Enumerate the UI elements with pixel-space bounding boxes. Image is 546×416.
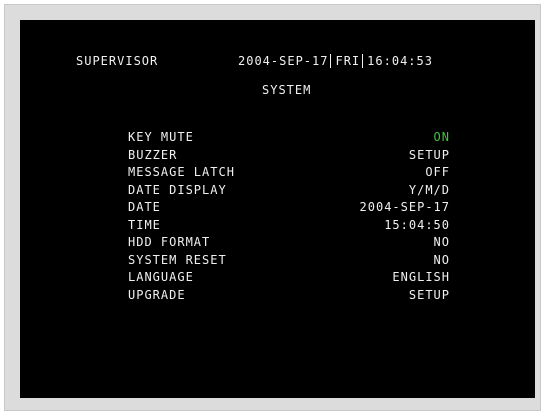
header-time: 16:04:53: [367, 54, 433, 68]
header-date: 2004-SEP-17: [238, 54, 329, 68]
menu-item-label: DATE: [128, 200, 161, 214]
menu-item-buzzer[interactable]: BUZZER SETUP: [128, 147, 450, 165]
menu-item-value[interactable]: Y/M/D: [409, 182, 450, 200]
menu-item-hdd-format[interactable]: HDD FORMAT NO: [128, 234, 450, 252]
menu-item-label: DATE DISPLAY: [128, 182, 227, 197]
menu-item-label: KEY MUTE: [128, 130, 194, 144]
menu-item-label: UPGRADE: [128, 287, 186, 302]
menu-item-label: TIME: [128, 217, 161, 232]
menu-item-label: BUZZER: [128, 147, 178, 162]
menu-item-label: SYSTEM RESET: [128, 252, 227, 267]
menu-item-value[interactable]: 15:04:50: [384, 217, 450, 235]
header-weekday: FRI: [335, 54, 361, 68]
separator-bar: [330, 54, 332, 68]
menu-item-upgrade[interactable]: UPGRADE SETUP: [128, 287, 450, 305]
menu-item-message-latch[interactable]: MESSAGE LATCH OFF: [128, 164, 450, 182]
menu-item-date[interactable]: DATE 2004-SEP-17: [128, 199, 450, 217]
menu-item-label: MESSAGE LATCH: [128, 165, 235, 179]
menu-title: SYSTEM: [262, 83, 312, 97]
menu-item-value[interactable]: OFF: [425, 164, 450, 182]
user-label: SUPERVISOR: [76, 54, 159, 68]
menu-item-value[interactable]: ON: [434, 129, 450, 147]
menu-item-system-reset[interactable]: SYSTEM RESET NO: [128, 252, 450, 270]
menu-item-value[interactable]: SETUP: [409, 287, 450, 305]
datetime-display: 2004-SEP-17 FRI 16:04:53: [238, 54, 433, 68]
separator-bar: [362, 54, 364, 68]
menu-item-label: HDD FORMAT: [128, 235, 211, 249]
menu-item-value[interactable]: NO: [434, 234, 450, 252]
osd-screen: SUPERVISOR 2004-SEP-17 FRI 16:04:53 SYSTEM…: [20, 20, 535, 398]
menu-item-date-display[interactable]: DATE DISPLAY Y/M/D: [128, 182, 450, 200]
menu-item-label: LANGUAGE: [128, 270, 194, 284]
menu-item-value[interactable]: ENGLISH: [392, 269, 450, 287]
menu-item-time[interactable]: TIME 15:04:50: [128, 217, 450, 235]
menu-item-value[interactable]: NO: [434, 252, 450, 270]
menu-item-value[interactable]: 2004-SEP-17: [360, 199, 450, 217]
menu-item-value[interactable]: SETUP: [409, 147, 450, 165]
menu-item-key-mute[interactable]: KEY MUTE ON: [128, 129, 450, 147]
system-menu: KEY MUTE ON BUZZER SETUP MESSAGE LATCH O…: [128, 129, 450, 304]
menu-item-language[interactable]: LANGUAGE ENGLISH: [128, 269, 450, 287]
monitor-frame: SUPERVISOR 2004-SEP-17 FRI 16:04:53 SYSTEM…: [4, 4, 541, 411]
